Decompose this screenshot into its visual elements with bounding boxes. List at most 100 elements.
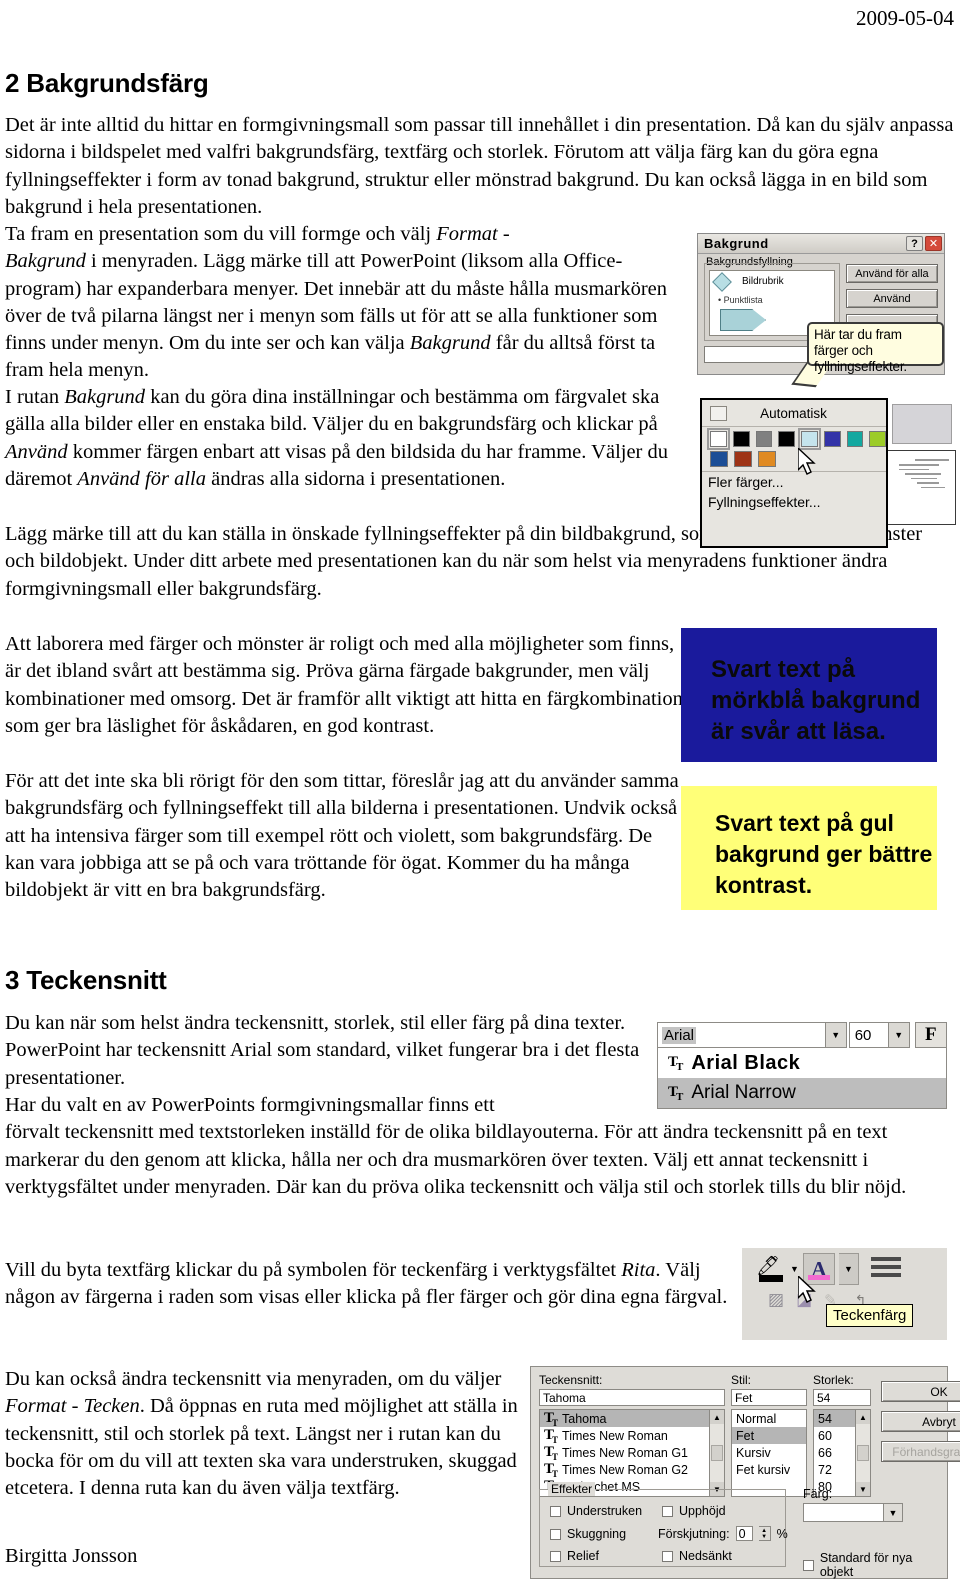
automatic-color-item[interactable]: Automatisk [702, 400, 886, 427]
dialog-buttons: OK Avbryt Förhandsgranska [881, 1381, 960, 1471]
font-list-item[interactable]: TT Arial Black [658, 1048, 946, 1078]
color-swatch[interactable] [778, 431, 795, 447]
checkbox-label: Upphöjd [679, 1504, 726, 1518]
list-item[interactable]: TT Times New Roman [540, 1427, 724, 1445]
color-swatch[interactable] [758, 451, 776, 467]
chevron-down-icon[interactable]: ▼ [883, 1504, 902, 1521]
close-icon[interactable]: ✕ [925, 236, 942, 251]
size-column: Storlek: 54 54 60 66 72 80 ▲ ▼ [813, 1373, 871, 1497]
checkbox-label: Standard för nya objekt [819, 1551, 913, 1579]
font-color-chevron-down-icon[interactable]: ▼ [838, 1253, 859, 1285]
forskjutning-field[interactable]: Förskjutning: 0 ▲ ▼ % [658, 1526, 788, 1541]
page-date: 2009-05-04 [856, 6, 954, 30]
color-swatch[interactable] [734, 451, 752, 467]
font-name-value: Arial [662, 1026, 697, 1044]
font-size-chevron-down-icon[interactable]: ▼ [888, 1022, 910, 1048]
ok-button[interactable]: OK [881, 1381, 960, 1402]
color-swatch[interactable] [846, 431, 864, 447]
checkbox-upphojd[interactable]: Upphöjd [662, 1504, 726, 1518]
font-size-input[interactable]: 60 [848, 1022, 889, 1048]
color-row-1[interactable] [702, 427, 886, 450]
list-item-label: Fet kursiv [736, 1462, 791, 1477]
forhandsgranska-button: Förhandsgranska [881, 1441, 960, 1462]
scroll-up-icon[interactable]: ▲ [856, 1410, 870, 1424]
document-page: 2009-05-04 2 Bakgrundsfärg Det är inte a… [0, 0, 960, 1579]
checkbox-relief[interactable]: Relief [550, 1549, 599, 1563]
font-list-scrollbar[interactable]: ▲ ▼ [709, 1410, 724, 1496]
checkbox-icon[interactable] [662, 1550, 673, 1562]
list-item[interactable]: Kursiv [732, 1444, 806, 1461]
color-swatch[interactable] [823, 431, 841, 447]
color-row-2[interactable] [702, 449, 886, 472]
color-swatch[interactable] [710, 451, 728, 467]
fler-farger-item[interactable]: Fler färger... [702, 472, 886, 492]
checkbox-icon[interactable] [550, 1505, 561, 1517]
list-item[interactable]: TT Times New Roman G2 [540, 1461, 724, 1479]
size-list-scrollbar[interactable]: ▲ ▼ [855, 1410, 870, 1496]
list-item[interactable]: TT Times New Roman G1 [540, 1443, 724, 1462]
color-swatch-selected[interactable] [798, 428, 821, 450]
tooltip-teckenfarg: Teckenfärg [826, 1304, 914, 1327]
farg-combo[interactable]: ▼ [803, 1503, 903, 1522]
mouse-cursor-icon [798, 1276, 816, 1304]
checkbox-icon[interactable] [662, 1505, 673, 1517]
checkbox-icon[interactable] [550, 1550, 561, 1562]
checkbox-skuggning[interactable]: Skuggning [550, 1527, 626, 1541]
paragraph-textfarg: Vill du byta textfärg klickar du på symb… [5, 1259, 728, 1309]
anvand-for-alla-button[interactable]: Använd för alla [846, 264, 938, 283]
forskjutning-input[interactable]: 0 [735, 1526, 753, 1541]
slide-thumbnail-top [892, 404, 952, 444]
checkbox-label: Nedsänkt [679, 1549, 732, 1563]
font-toolbar[interactable]: Arial ▼ 60 ▼ F TT Arial Black TT Arial N… [657, 1022, 947, 1109]
highlight-pen-icon[interactable]: 🖊 [756, 1254, 786, 1284]
shadow-style-icon[interactable]: ▨ [768, 1290, 784, 1310]
storlek-listbox[interactable]: 54 60 66 72 80 ▲ ▼ [813, 1409, 871, 1497]
teckensnitt-input[interactable]: Tahoma [539, 1389, 725, 1406]
font-column: Teckensnitt: Tahoma TT Tahoma TT Times New… [539, 1373, 725, 1497]
font-list-item-selected[interactable]: TT Arial Narrow [658, 1078, 946, 1108]
background-color-dropdown[interactable]: Automatisk Fler färger... Fyllningseffek… [700, 398, 888, 548]
color-swatch[interactable] [707, 428, 730, 450]
avbryt-button[interactable]: Avbryt [881, 1411, 960, 1432]
list-item[interactable]: TT Tahoma [540, 1410, 724, 1428]
preview-bullet: • Punktlista [718, 295, 763, 305]
truetype-icon: TT [544, 1443, 558, 1462]
style-column: Stil: Fet Normal Fet Kursiv Fet kursiv [731, 1373, 807, 1497]
farg-value [804, 1504, 883, 1521]
paragraph-installningar: I rutan Bakgrund kan du göra dina instäl… [5, 386, 669, 490]
checkbox-standard-nya-objekt[interactable]: Standard för nya objekt [803, 1551, 947, 1579]
highlight-chevron-down-icon[interactable]: ▼ [790, 1264, 799, 1274]
color-swatch[interactable] [869, 431, 886, 447]
spinner-icon[interactable]: ▲ ▼ [758, 1526, 771, 1541]
fyllningseffekter-item[interactable]: Fyllningseffekter... [702, 492, 886, 512]
color-swatch[interactable] [732, 431, 750, 447]
checkbox-icon[interactable] [550, 1528, 561, 1540]
color-swatch[interactable] [755, 431, 773, 447]
scrollbar-thumb[interactable] [711, 1445, 723, 1461]
checkbox-understruken[interactable]: Understruken [550, 1504, 642, 1518]
list-item-label: Fet [736, 1428, 755, 1443]
drawing-toolbar[interactable]: 🖊 ▼ A ▼ ▨ ◪ ✎ ↰ Teckenfärg [742, 1248, 947, 1340]
scrollbar-thumb[interactable] [857, 1445, 869, 1461]
stil-input[interactable]: Fet [731, 1389, 807, 1406]
checkbox-nedsankt[interactable]: Nedsänkt [662, 1549, 732, 1563]
bold-button[interactable]: F [914, 1022, 947, 1048]
scroll-up-icon[interactable]: ▲ [710, 1410, 724, 1424]
tecken-dialog[interactable]: Teckensnitt: Tahoma TT Tahoma TT Times New… [530, 1366, 960, 1579]
anvand-button[interactable]: Använd [846, 289, 938, 308]
list-item[interactable]: Fet kursiv [732, 1461, 806, 1478]
font-name-chevron-down-icon[interactable]: ▼ [825, 1022, 847, 1048]
font-dropdown-list[interactable]: TT Arial Black TT Arial Narrow [657, 1048, 947, 1109]
toolbar-row-top: 🖊 ▼ A ▼ [742, 1248, 947, 1290]
font-name-input[interactable]: Arial [657, 1022, 826, 1048]
checkbox-icon[interactable] [803, 1559, 814, 1571]
storlek-input[interactable]: 54 [813, 1389, 871, 1406]
stil-listbox[interactable]: Normal Fet Kursiv Fet kursiv [731, 1409, 807, 1497]
font-size-value: 60 [854, 1026, 872, 1044]
help-icon[interactable]: ? [906, 236, 923, 251]
list-item[interactable]: Fet [732, 1427, 806, 1444]
list-item[interactable]: Normal [732, 1410, 806, 1427]
scroll-down-icon[interactable]: ▼ [856, 1482, 870, 1496]
line-style-icon[interactable] [870, 1257, 901, 1281]
list-item-label: 72 [818, 1462, 832, 1477]
